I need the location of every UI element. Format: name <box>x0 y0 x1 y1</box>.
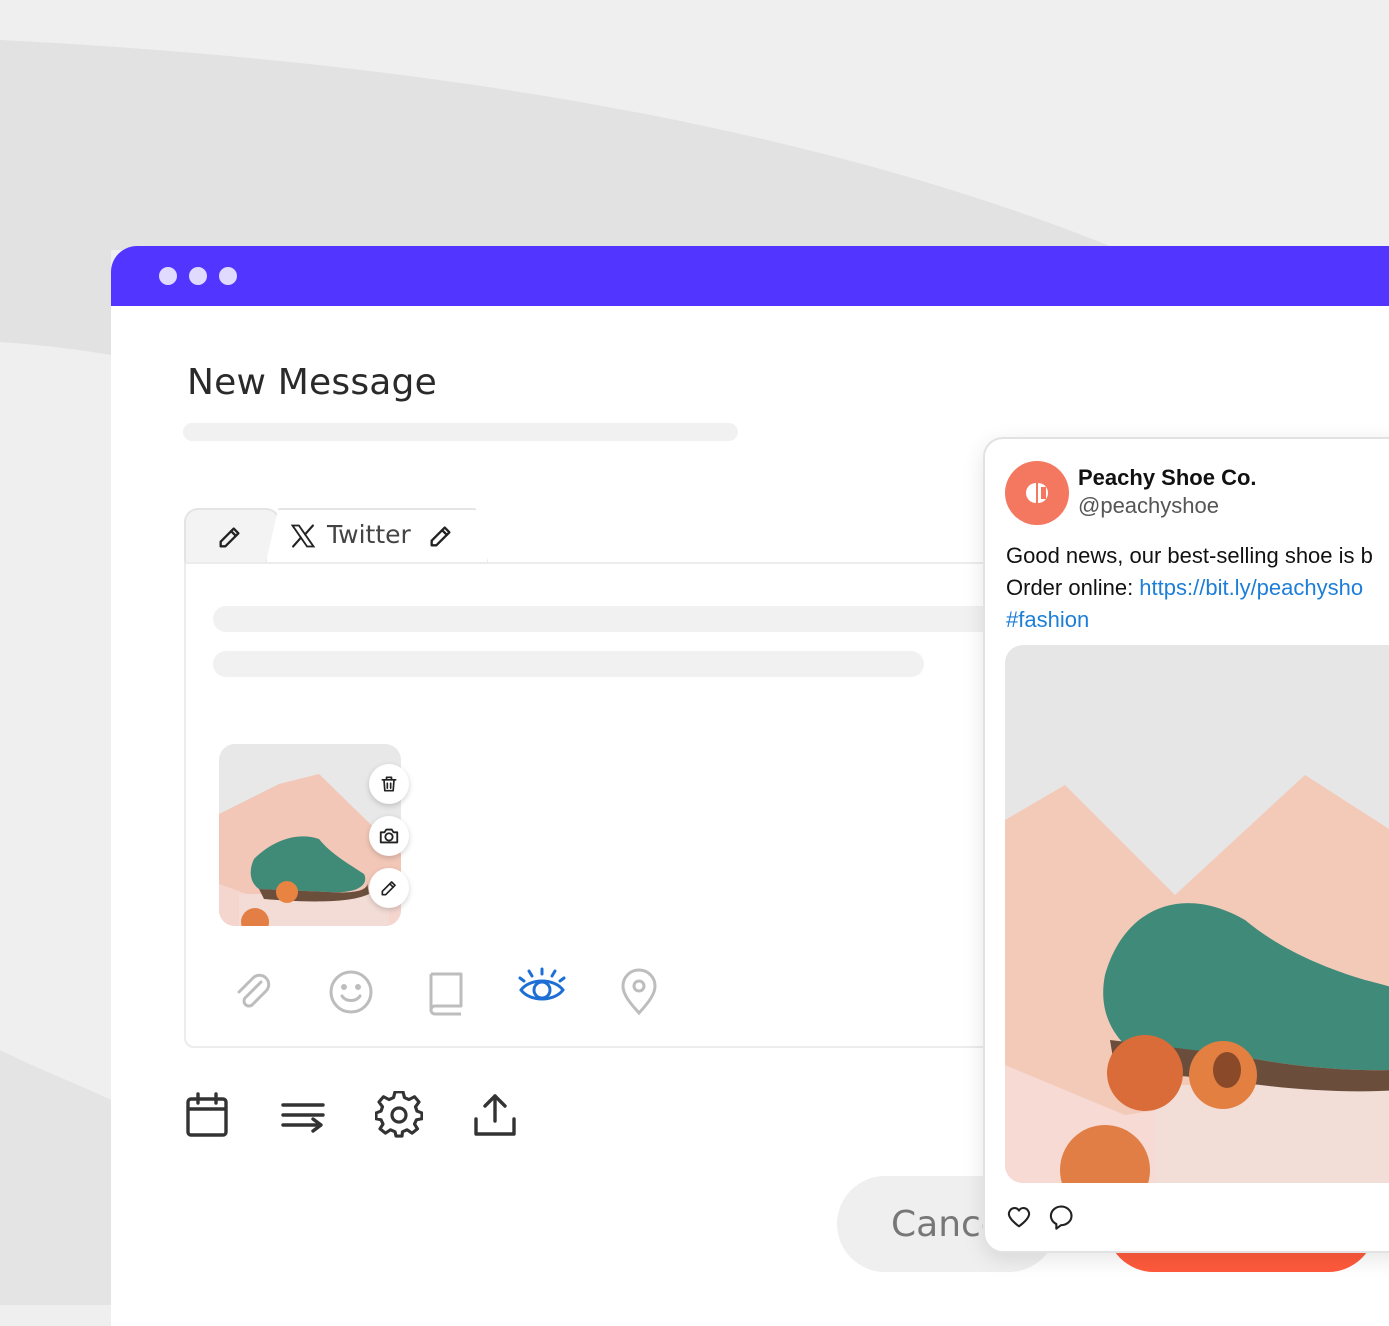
edit-media-button[interactable] <box>369 868 409 908</box>
brand-logo-icon <box>1026 483 1048 503</box>
delete-media-button[interactable] <box>369 764 409 804</box>
window-dot[interactable] <box>219 267 237 285</box>
smiley-icon[interactable] <box>327 968 375 1016</box>
gear-icon[interactable] <box>375 1091 423 1139</box>
book-icon[interactable] <box>423 968 471 1016</box>
title-placeholder-bar <box>183 423 738 441</box>
post-image <box>1005 645 1389 1183</box>
location-pin-icon[interactable] <box>615 968 663 1016</box>
paperclip-icon[interactable] <box>229 968 277 1016</box>
comment-icon[interactable] <box>1047 1203 1075 1231</box>
window-titlebar <box>111 246 1389 306</box>
window-dot[interactable] <box>159 267 177 285</box>
upload-icon[interactable] <box>471 1091 519 1139</box>
post-link[interactable]: https://bit.ly/peachysho <box>1139 575 1363 600</box>
eye-icon[interactable] <box>518 966 566 1014</box>
x-logo-icon <box>290 524 316 548</box>
account-name: Peachy Shoe Co. <box>1078 465 1257 490</box>
post-text-line: Order online: https://bit.ly/peachysho <box>1006 575 1363 601</box>
shoe-image <box>1005 645 1389 1183</box>
account-handle: @peachyshoe <box>1078 493 1219 518</box>
tab-twitter-label: Twitter <box>327 520 411 549</box>
post-text-line: Good news, our best-selling shoe is b <box>1006 543 1373 568</box>
tab-twitter[interactable]: Twitter <box>265 508 485 564</box>
pencil-icon[interactable] <box>427 522 455 550</box>
post-hashtag[interactable]: #fashion <box>1006 607 1089 633</box>
pencil-icon <box>381 881 396 896</box>
text-placeholder-line <box>213 606 1113 632</box>
window-dot[interactable] <box>189 267 207 285</box>
post-text-prefix: Order online: <box>1006 575 1140 600</box>
pencil-icon <box>219 527 240 548</box>
text-placeholder-line <box>213 651 924 677</box>
queue-icon[interactable] <box>279 1091 327 1139</box>
replace-media-button[interactable] <box>369 816 409 856</box>
trash-icon <box>381 776 397 792</box>
twitter-preview-card: Peachy Shoe Co. @peachyshoe Good news, o… <box>983 437 1389 1253</box>
calendar-icon[interactable] <box>183 1091 231 1139</box>
heart-icon[interactable] <box>1005 1203 1033 1231</box>
avatar <box>1005 461 1069 525</box>
camera-icon <box>379 828 399 844</box>
page-title: New Message <box>187 362 437 403</box>
